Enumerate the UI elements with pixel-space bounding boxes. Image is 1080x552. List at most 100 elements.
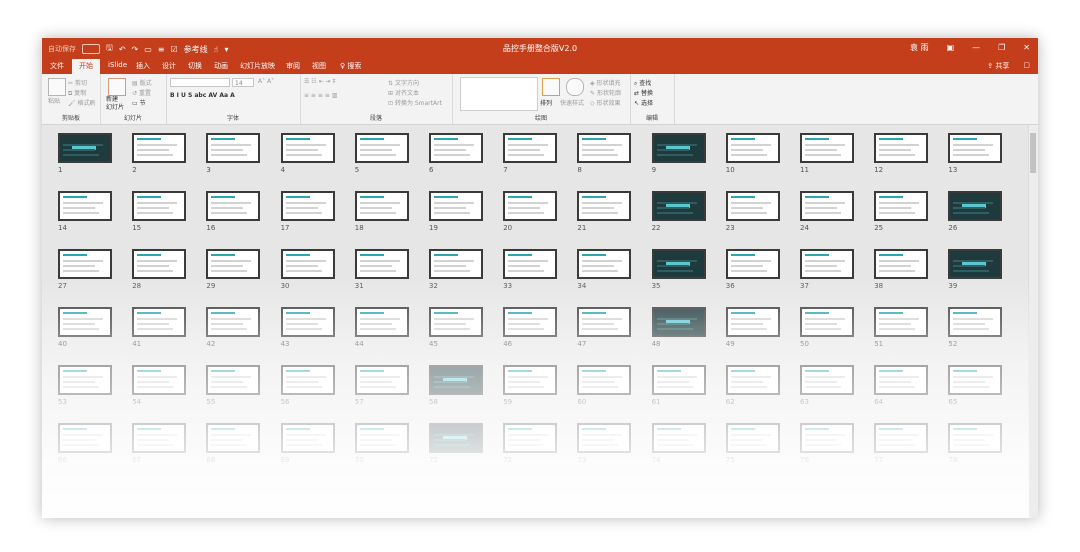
slide-thumbnail[interactable] [206, 307, 261, 337]
slide-thumbnail[interactable] [206, 365, 261, 395]
slide-thumbnail[interactable] [354, 307, 409, 337]
slide-thumbnail[interactable] [874, 133, 929, 163]
slide-thumbnail[interactable] [132, 133, 187, 163]
shapes-gallery[interactable] [460, 77, 538, 111]
slide-thumbnail[interactable] [132, 191, 187, 221]
slide-thumbnail[interactable] [354, 133, 409, 163]
slide-thumbnail[interactable] [503, 423, 558, 453]
slide-thumbnail[interactable] [280, 365, 335, 395]
new-slide-button[interactable]: 新建 幻灯片 [106, 96, 124, 112]
slide-thumbnail[interactable] [948, 423, 1003, 453]
find-button[interactable]: ⌕ 查找 [634, 78, 651, 88]
reset-button[interactable]: ↺ 重置 [132, 88, 151, 97]
slide-thumbnail[interactable] [874, 365, 929, 395]
tab-animations[interactable]: 动画 [214, 61, 228, 71]
slide-thumbnail[interactable] [874, 307, 929, 337]
slide-thumbnail[interactable] [503, 365, 558, 395]
select-button[interactable]: ↖ 选择 [634, 98, 653, 107]
slide-thumbnail[interactable] [874, 191, 929, 221]
slide-thumbnail[interactable] [132, 249, 187, 279]
slide-thumbnail[interactable] [354, 423, 409, 453]
comments-icon[interactable]: ▢ [1023, 61, 1030, 71]
font-style-buttons[interactable]: B I U S abc AV Aa A [170, 92, 235, 99]
slide-thumbnail[interactable] [280, 249, 335, 279]
slide-thumbnail[interactable] [58, 423, 112, 453]
slide-thumbnail[interactable] [280, 423, 335, 453]
grow-font-icon[interactable]: A˄ A˅ [258, 78, 274, 85]
slide-thumbnail[interactable] [651, 191, 706, 221]
slide-thumbnail[interactable] [577, 249, 632, 279]
tab-view[interactable]: 视图 [312, 61, 326, 71]
slide-thumbnail[interactable] [354, 365, 409, 395]
search-box[interactable]: ♀ 搜索 [340, 61, 361, 71]
layout-button[interactable]: ▤ 版式 [132, 78, 152, 87]
slide-sorter[interactable]: 1 2 3 4 5 6 7 8 9 10 11 12 13 14 15 16 17 18 19 20 21 22 23 24 2… [42, 125, 1038, 518]
shape-outline-button[interactable]: ✎ 形状轮廓 [590, 88, 621, 97]
slide-thumbnail[interactable] [503, 133, 558, 163]
slide-thumbnail[interactable] [58, 249, 112, 279]
slide-thumbnail[interactable] [651, 365, 706, 395]
tab-islide[interactable]: iSlide [108, 61, 127, 69]
tab-home[interactable]: 开始 [72, 59, 100, 74]
slide-thumbnail[interactable] [800, 133, 854, 163]
slide-thumbnail[interactable] [948, 133, 1003, 163]
copy-button[interactable]: ⧉ 复制 [68, 88, 86, 98]
slide-thumbnail[interactable] [58, 133, 112, 163]
slide-thumbnail[interactable] [725, 191, 780, 221]
tab-design[interactable]: 设计 [162, 61, 176, 71]
arrange-icon[interactable] [542, 78, 560, 96]
slide-thumbnail[interactable] [948, 365, 1003, 395]
slide-thumbnail[interactable] [800, 423, 854, 453]
close-icon[interactable]: ✕ [1023, 43, 1030, 52]
slide-thumbnail[interactable] [577, 133, 632, 163]
slide-thumbnail[interactable] [429, 307, 483, 337]
slide-thumbnail[interactable] [651, 307, 706, 337]
section-button[interactable]: ▭ 节 [132, 98, 146, 107]
slide-thumbnail[interactable] [651, 133, 706, 163]
font-name-field[interactable] [170, 78, 230, 87]
slide-thumbnail[interactable] [725, 365, 780, 395]
slide-thumbnail[interactable] [800, 249, 854, 279]
quick-styles-icon[interactable] [566, 78, 584, 96]
tab-insert[interactable]: 插入 [136, 61, 150, 71]
shape-effects-button[interactable]: ◇ 形状效果 [590, 98, 621, 107]
slide-thumbnail[interactable] [725, 423, 780, 453]
quick-styles-button[interactable]: 快速样式 [560, 98, 584, 107]
vertical-scrollbar[interactable] [1028, 125, 1038, 518]
slide-thumbnail[interactable] [280, 133, 335, 163]
arrange-button[interactable]: 排列 [540, 98, 552, 107]
slide-thumbnail[interactable] [577, 423, 632, 453]
slide-thumbnail[interactable] [725, 133, 780, 163]
ribbon-display-icon[interactable]: ▣ [947, 43, 955, 52]
slide-thumbnail[interactable] [948, 191, 1003, 221]
slide-thumbnail[interactable] [280, 307, 335, 337]
paste-icon[interactable] [48, 78, 66, 96]
cut-button[interactable]: ✂ 剪切 [68, 78, 87, 87]
scrollbar-thumb[interactable] [1030, 133, 1036, 173]
slide-thumbnail[interactable] [132, 307, 187, 337]
tab-slideshow[interactable]: 幻灯片放映 [240, 61, 275, 71]
slide-thumbnail[interactable] [800, 307, 854, 337]
tab-file[interactable]: 文件 [50, 61, 64, 71]
slide-thumbnail[interactable] [800, 365, 854, 395]
slide-thumbnail[interactable] [503, 249, 558, 279]
slide-thumbnail[interactable] [132, 365, 187, 395]
tab-transitions[interactable]: 切换 [188, 61, 202, 71]
slide-thumbnail[interactable] [58, 365, 112, 395]
align-text-button[interactable]: ⊞ 对齐文本 [388, 88, 419, 97]
slide-thumbnail[interactable] [206, 249, 261, 279]
slide-thumbnail[interactable] [948, 249, 1003, 279]
slide-thumbnail[interactable] [429, 249, 483, 279]
slide-thumbnail[interactable] [354, 191, 409, 221]
slide-thumbnail[interactable] [206, 191, 261, 221]
slide-thumbnail[interactable] [503, 307, 558, 337]
slide-thumbnail[interactable] [651, 249, 706, 279]
list-buttons[interactable]: ☰ ☷ ⇤ ⇥ ‡ [304, 78, 335, 85]
new-slide-icon[interactable] [108, 78, 126, 96]
slide-thumbnail[interactable] [577, 365, 632, 395]
slide-thumbnail[interactable] [429, 191, 483, 221]
font-size-field[interactable]: 14 [232, 78, 254, 87]
replace-button[interactable]: ⇄ 替换 [634, 88, 653, 97]
minimize-icon[interactable]: — [972, 43, 980, 52]
text-direction-button[interactable]: ⇅ 文字方向 [388, 78, 419, 87]
